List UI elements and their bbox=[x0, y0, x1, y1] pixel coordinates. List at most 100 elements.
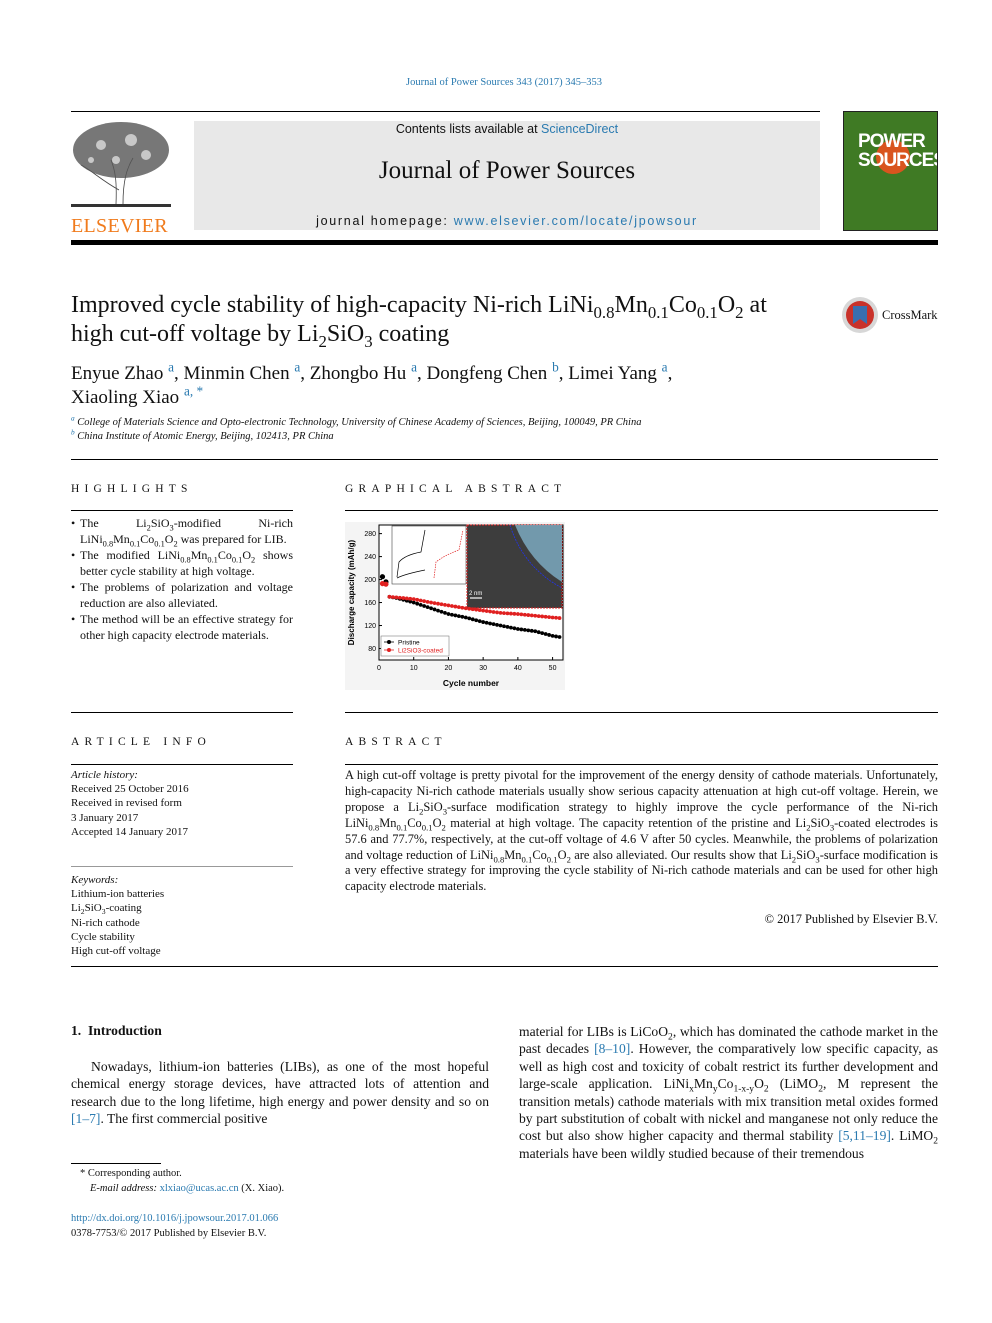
x-tick-label: 20 bbox=[445, 665, 453, 672]
data-point-pristine bbox=[379, 574, 386, 580]
data-point-pristine bbox=[436, 608, 440, 613]
data-point-pristine bbox=[422, 604, 427, 608]
data-point-pristine bbox=[456, 614, 461, 619]
keyword: High cut-off voltage bbox=[71, 945, 161, 958]
data-point-pristine bbox=[495, 622, 499, 627]
y-tick-label: 120 bbox=[364, 623, 376, 630]
doi-link[interactable]: http://dx.doi.org/10.1016/j.jpowsour.201… bbox=[71, 1213, 278, 1224]
journal-citation[interactable]: Journal of Power Sources 343 (2017) 345–… bbox=[0, 77, 992, 88]
authors-line-2[interactable]: Xiaoling Xiao a, * bbox=[71, 385, 672, 410]
authors-line-1[interactable]: Enyue Zhao a, Minmin Chen a, Zhongbo Hu … bbox=[71, 361, 672, 386]
x-tick-label: 30 bbox=[479, 665, 487, 672]
data-point-pristine bbox=[519, 627, 524, 632]
x-axis-label: Cycle number bbox=[443, 678, 500, 688]
journal-banner: Contents lists available at ScienceDirec… bbox=[194, 121, 820, 230]
data-point-pristine bbox=[411, 600, 416, 605]
highlight-item: The modified LiNi0.8Mn0.1Co0.1O2 shows b… bbox=[71, 547, 293, 579]
data-point-coated bbox=[411, 597, 416, 602]
data-point-coated bbox=[460, 605, 465, 610]
affiliation-b: b China Institute of Atomic Energy, Beij… bbox=[71, 427, 334, 442]
intro-col2: material for LIBs is LiCoO2, which has d… bbox=[519, 1023, 938, 1162]
data-point-coated bbox=[519, 612, 524, 617]
data-point-coated bbox=[502, 611, 506, 616]
intro-col1: Nowadays, lithium-ion batteries (LIBs), … bbox=[71, 1058, 489, 1128]
crossmark-badge[interactable]: CrossMark bbox=[841, 296, 938, 334]
data-point-coated bbox=[474, 607, 479, 612]
x-tick-label: 40 bbox=[514, 665, 522, 672]
email-label: E-mail address: bbox=[90, 1183, 160, 1194]
data-point-coated bbox=[387, 594, 392, 599]
data-point-pristine bbox=[491, 622, 496, 627]
highlight-item: The problems of polarization and voltage… bbox=[71, 579, 293, 611]
citation-link[interactable]: [8–10] bbox=[594, 1041, 630, 1056]
homepage-link[interactable]: www.elsevier.com/locate/jpowsour bbox=[454, 214, 698, 228]
highlights-heading: HIGHLIGHTS bbox=[71, 483, 193, 495]
data-point-coated bbox=[467, 606, 472, 611]
data-point-coated bbox=[512, 611, 517, 616]
data-point-coated bbox=[481, 608, 486, 613]
keyword: Lithium-ion batteries bbox=[71, 888, 165, 901]
footnote: * Corresponding author. E-mail address: … bbox=[80, 1166, 284, 1196]
data-point-coated bbox=[557, 616, 562, 620]
sciencedirect-link[interactable]: ScienceDirect bbox=[541, 122, 618, 136]
history-label: Article history: bbox=[71, 769, 138, 781]
highlight-item: The Li2SiO3-modified Ni-rich LiNi0.8Mn0.… bbox=[71, 515, 293, 548]
citation-link[interactable]: [1–7] bbox=[71, 1111, 100, 1126]
data-point-pristine bbox=[550, 633, 555, 638]
data-point-coated bbox=[550, 615, 555, 620]
history-entry: Received 25 October 2016 bbox=[71, 783, 189, 796]
intro-text: Nowadays, lithium-ion batteries (LIBs), … bbox=[71, 1059, 489, 1109]
title-line-2: high cut-off voltage by Li2SiO3 coating bbox=[71, 321, 450, 351]
data-point-coated bbox=[443, 602, 447, 607]
issn: 0378-7753/© 2017 Published by Elsevier B… bbox=[71, 1228, 267, 1239]
elsevier-logo[interactable]: ELSEVIER bbox=[71, 120, 171, 237]
data-point-pristine bbox=[540, 631, 545, 636]
title-line-1: Improved cycle stability of high-capacit… bbox=[71, 292, 767, 322]
elsevier-tree-icon bbox=[71, 122, 171, 207]
introduction-heading: 1. Introduction bbox=[71, 1023, 162, 1038]
affiliation-a: a College of Materials Science and Opto-… bbox=[71, 413, 642, 428]
y-tick-label: 200 bbox=[364, 577, 376, 584]
y-tick-label: 80 bbox=[368, 646, 376, 653]
data-point-pristine bbox=[515, 627, 520, 631]
data-point-coated bbox=[456, 605, 461, 610]
journal-title: Journal of Power Sources bbox=[378, 157, 636, 184]
divider bbox=[71, 866, 293, 867]
data-point-pristine bbox=[547, 633, 552, 637]
journal-cover[interactable]: POWER SOURCES bbox=[843, 111, 938, 231]
legend-label: Li2SiO3-coated bbox=[398, 648, 443, 655]
citation-link[interactable]: [5,11–19] bbox=[838, 1128, 891, 1143]
article-history: Article history: Received 25 October 201… bbox=[71, 768, 293, 839]
data-point-pristine bbox=[522, 627, 527, 632]
data-point-coated bbox=[401, 596, 406, 600]
data-point-coated bbox=[484, 609, 489, 613]
affiliations: a College of Materials Science and Opto-… bbox=[71, 413, 642, 444]
history-entry: 3 January 2017 bbox=[71, 811, 139, 824]
data-point-coated bbox=[495, 610, 499, 615]
keywords: Keywords: Lithium-ion batteries Li2SiO3-… bbox=[71, 873, 293, 958]
data-point-coated bbox=[505, 611, 510, 616]
data-point-coated bbox=[446, 603, 451, 608]
keyword: Li2SiO3-coating bbox=[71, 902, 142, 917]
crossmark-icon bbox=[842, 297, 878, 333]
data-point-pristine bbox=[484, 620, 489, 625]
data-point-coated bbox=[463, 606, 468, 611]
data-point-coated bbox=[408, 596, 413, 601]
crossmark-label: CrossMark bbox=[882, 307, 938, 322]
data-point-coated bbox=[491, 610, 496, 614]
data-point-pristine bbox=[429, 606, 433, 611]
email-link[interactable]: xlxiao@ucas.ac.cn bbox=[160, 1183, 239, 1194]
highlight-item: The method will be an effective strategy… bbox=[71, 611, 293, 643]
data-point-coated bbox=[450, 604, 454, 608]
divider bbox=[345, 712, 938, 713]
data-point-pristine bbox=[505, 625, 510, 629]
data-point-coated bbox=[477, 608, 482, 613]
footnote-rule bbox=[71, 1163, 161, 1164]
data-point-pristine bbox=[443, 610, 447, 615]
x-tick-label: 50 bbox=[549, 665, 557, 672]
data-point-coated bbox=[436, 601, 440, 606]
data-point-pristine bbox=[488, 621, 492, 626]
data-point-coated bbox=[509, 611, 513, 616]
graphical-abstract-chart: 0 10 20 30 40 50 80 120 160 200 240 280 Cycle number… bbox=[345, 522, 565, 690]
divider bbox=[71, 510, 293, 511]
